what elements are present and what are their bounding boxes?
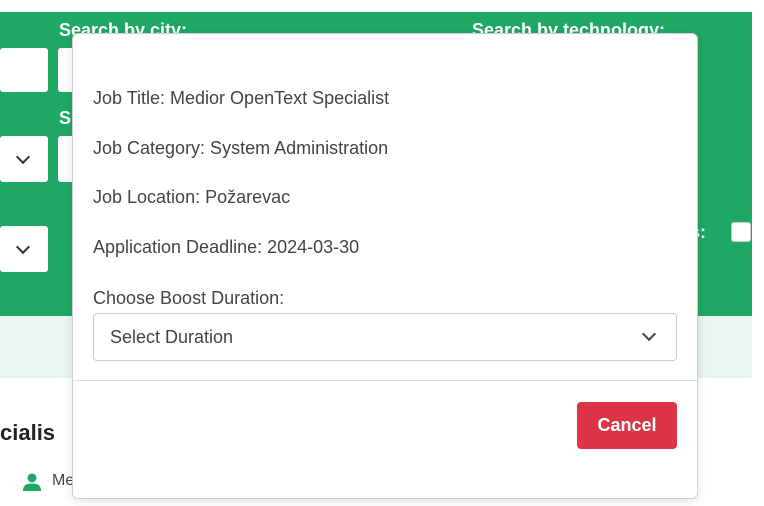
job-card-meta: Me	[52, 472, 75, 489]
filter-checkbox[interactable]	[731, 222, 751, 242]
job-title-text: Job Title: Medior OpenText Specialist	[93, 88, 390, 108]
application-deadline-text: Application Deadline: 2024-03-30	[93, 237, 360, 257]
chevron-down-icon	[15, 239, 31, 255]
city-input[interactable]	[0, 48, 48, 92]
cancel-button[interactable]: Cancel	[577, 402, 677, 449]
filter-select-1[interactable]	[0, 136, 48, 182]
job-card-title[interactable]: cialis	[0, 420, 55, 446]
chevron-down-icon	[641, 326, 657, 342]
person-icon	[23, 473, 41, 491]
job-category-text: Job Category: System Administration	[93, 138, 389, 158]
boost-duration-select[interactable]: Select Duration	[93, 313, 677, 361]
boost-job-modal: Job Title: Medior OpenText Specialist Jo…	[72, 33, 698, 499]
job-location-text: Job Location: Požarevac	[93, 187, 291, 207]
modal-footer-divider	[73, 380, 697, 381]
filter-select-2[interactable]	[0, 226, 48, 272]
chevron-down-icon	[15, 149, 31, 165]
boost-duration-label: Choose Boost Duration:	[93, 288, 285, 308]
filter-label: S	[59, 108, 72, 128]
boost-duration-select-value: Select Duration	[110, 327, 234, 347]
